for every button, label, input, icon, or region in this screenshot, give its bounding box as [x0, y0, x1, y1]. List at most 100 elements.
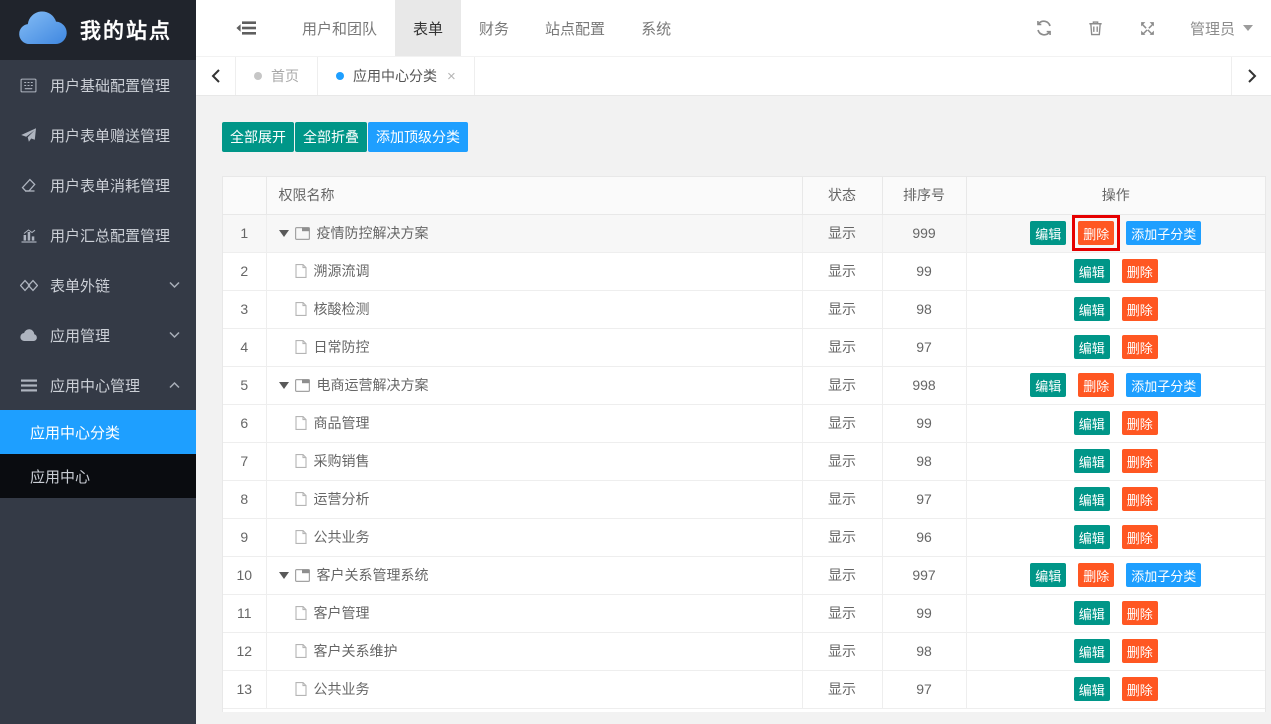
top-nav-item[interactable]: 财务 [461, 0, 527, 56]
sidebar-item-label: 应用中心管理 [50, 375, 140, 396]
sidebar-item[interactable]: 应用管理 [0, 310, 196, 360]
tabs-scroll-left-icon[interactable] [196, 57, 236, 95]
category-table: 权限名称 状态 排序号 操作 1疫情防控解决方案显示999编辑删除添加子分类2溯… [222, 176, 1266, 712]
row-sort: 96 [882, 518, 966, 556]
edit-button[interactable]: 编辑 [1074, 601, 1110, 625]
tab-dot-icon [336, 72, 344, 80]
trash-icon[interactable] [1086, 18, 1106, 38]
edit-button[interactable]: 编辑 [1074, 677, 1110, 701]
row-actions: 编辑删除 [967, 525, 1266, 549]
tabs-scroll-right-icon[interactable] [1231, 57, 1271, 95]
user-menu[interactable]: 管理员 [1190, 18, 1253, 39]
tab-close-icon[interactable]: × [447, 69, 456, 84]
page-tab[interactable]: 应用中心分类× [318, 57, 475, 95]
delete-button[interactable]: 删除 [1122, 259, 1158, 283]
refresh-icon[interactable] [1034, 18, 1054, 38]
delete-button[interactable]: 删除 [1122, 601, 1158, 625]
delete-button[interactable]: 删除 [1122, 487, 1158, 511]
row-index: 7 [223, 442, 266, 480]
delete-button[interactable]: 删除 [1078, 373, 1114, 397]
header-sort: 排序号 [882, 177, 966, 214]
sidebar-item-label: 应用管理 [50, 325, 110, 346]
tab-label: 首页 [271, 66, 299, 86]
edit-button[interactable]: 编辑 [1030, 221, 1066, 245]
top-nav-item[interactable]: 表单 [395, 0, 461, 56]
sidebar-item[interactable]: 用户表单赠送管理 [0, 110, 196, 160]
file-icon [295, 492, 307, 506]
delete-button[interactable]: 删除 [1078, 563, 1114, 587]
row-status: 显示 [802, 518, 882, 556]
delete-button[interactable]: 删除 [1122, 297, 1158, 321]
edit-button[interactable]: 编辑 [1074, 639, 1110, 663]
expand-all-button[interactable]: 全部展开 [222, 122, 294, 152]
delete-button[interactable]: 删除 [1122, 639, 1158, 663]
delete-button[interactable]: 删除 [1122, 411, 1158, 435]
table-row: 4日常防控显示97编辑删除 [223, 328, 1265, 366]
edit-button[interactable]: 编辑 [1074, 411, 1110, 435]
file-icon [295, 416, 307, 430]
sidebar-item[interactable]: 应用中心管理 [0, 360, 196, 410]
tabs: 首页应用中心分类× [236, 57, 475, 95]
sidebar-item[interactable]: 用户表单消耗管理 [0, 160, 196, 210]
add-child-category-button[interactable]: 添加子分类 [1126, 563, 1201, 587]
sidebar-item[interactable]: 用户汇总配置管理 [0, 210, 196, 260]
edit-button[interactable]: 编辑 [1074, 525, 1110, 549]
delete-button[interactable]: 删除 [1122, 525, 1158, 549]
file-icon [295, 454, 307, 468]
edit-button[interactable]: 编辑 [1030, 563, 1066, 587]
sidebar-item[interactable]: 用户基础配置管理 [0, 60, 196, 110]
file-icon [295, 264, 307, 278]
collapse-arrow-icon[interactable] [279, 572, 289, 579]
row-sort: 999 [882, 214, 966, 252]
sidebar-collapse-icon[interactable] [236, 0, 258, 56]
row-sort: 97 [882, 480, 966, 518]
top-nav-item[interactable]: 用户和团队 [284, 0, 395, 56]
edit-button[interactable]: 编辑 [1074, 259, 1110, 283]
table-row: 2溯源流调显示99编辑删除 [223, 252, 1265, 290]
grid-icon [19, 77, 38, 94]
sidebar-item[interactable]: 表单外链 [0, 260, 196, 310]
folder-icon [295, 569, 310, 582]
category-name: 客户关系管理系统 [317, 565, 429, 585]
row-actions: 编辑删除 [967, 601, 1266, 625]
top-nav-item[interactable]: 站点配置 [527, 0, 623, 56]
delete-button[interactable]: 删除 [1122, 449, 1158, 473]
table-row: 6商品管理显示99编辑删除 [223, 404, 1265, 442]
highlight-box: 删除 [1072, 215, 1120, 251]
chevron-up-icon [169, 381, 180, 389]
table-row: 7采购销售显示98编辑删除 [223, 442, 1265, 480]
delete-button[interactable]: 删除 [1078, 221, 1114, 245]
collapse-arrow-icon[interactable] [279, 230, 289, 237]
edit-button[interactable]: 编辑 [1030, 373, 1066, 397]
delete-button[interactable]: 删除 [1122, 335, 1158, 359]
add-top-category-button[interactable]: 添加顶级分类 [368, 122, 468, 152]
fullscreen-icon[interactable] [1138, 18, 1158, 38]
top-nav-item[interactable]: 系统 [623, 0, 689, 56]
link-icon [19, 277, 38, 294]
sidebar-subitem[interactable]: 应用中心 [0, 454, 196, 498]
edit-button[interactable]: 编辑 [1074, 487, 1110, 511]
sidebar-subitem[interactable]: 应用中心分类 [0, 410, 196, 454]
header-actions: 管理员 [1034, 0, 1271, 56]
row-actions: 编辑删除 [967, 297, 1266, 321]
delete-button[interactable]: 删除 [1122, 677, 1158, 701]
collapse-arrow-icon[interactable] [279, 382, 289, 389]
category-name: 客户管理 [314, 603, 370, 623]
send-icon [19, 127, 38, 144]
edit-button[interactable]: 编辑 [1074, 297, 1110, 321]
sidebar-item-label: 用户表单赠送管理 [50, 125, 170, 146]
header-name: 权限名称 [266, 177, 802, 214]
row-status: 显示 [802, 328, 882, 366]
edit-button[interactable]: 编辑 [1074, 449, 1110, 473]
page-tab[interactable]: 首页 [236, 57, 318, 95]
row-status: 显示 [802, 594, 882, 632]
add-child-category-button[interactable]: 添加子分类 [1126, 373, 1201, 397]
toolbar: 全部展开 全部折叠 添加顶级分类 [222, 122, 1271, 152]
collapse-all-button[interactable]: 全部折叠 [295, 122, 367, 152]
add-child-category-button[interactable]: 添加子分类 [1126, 221, 1201, 245]
category-name: 溯源流调 [314, 261, 370, 281]
row-sort: 99 [882, 594, 966, 632]
edit-button[interactable]: 编辑 [1074, 335, 1110, 359]
row-sort: 98 [882, 632, 966, 670]
user-name: 管理员 [1190, 18, 1235, 39]
